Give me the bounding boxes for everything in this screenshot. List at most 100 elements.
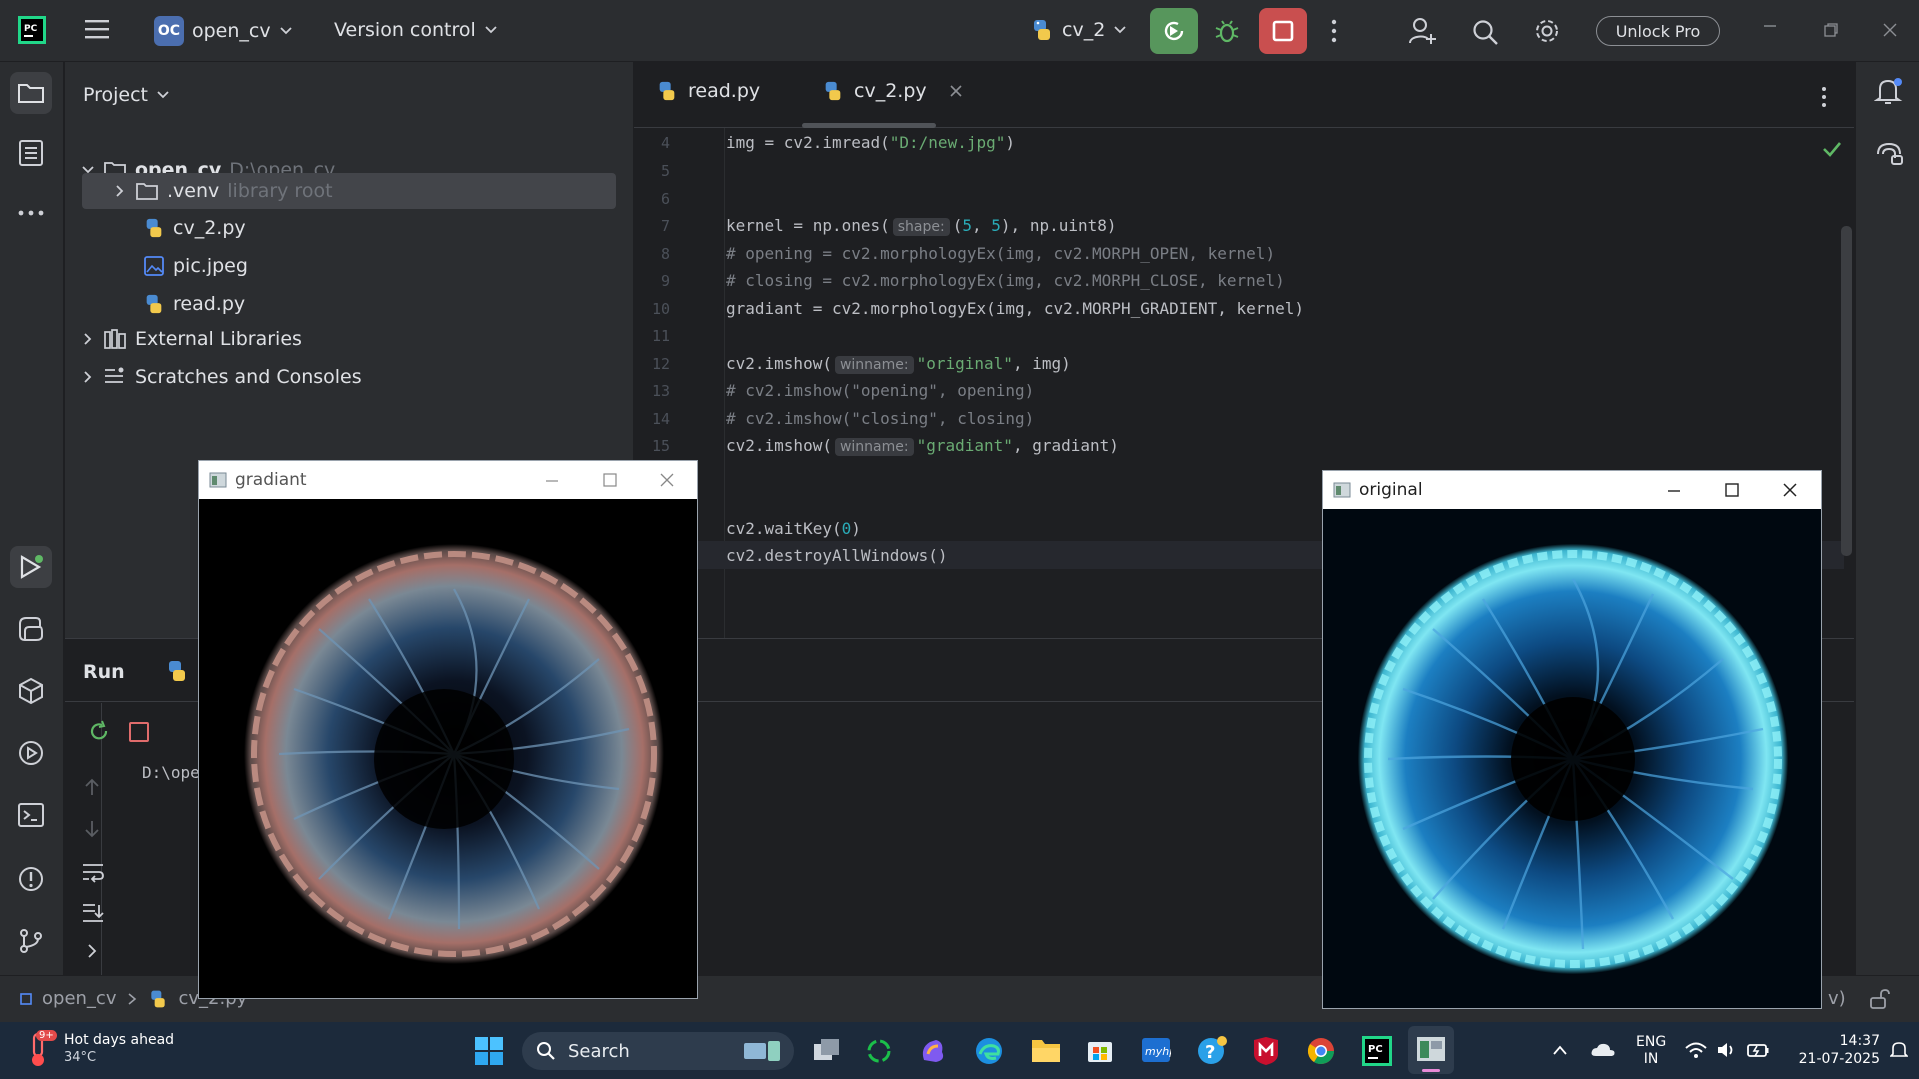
onedrive-icon[interactable] (1590, 1042, 1616, 1058)
tab-read-py[interactable]: read.py (656, 80, 760, 102)
volume-icon[interactable] (1716, 1040, 1738, 1060)
maximize-icon[interactable] (602, 472, 618, 488)
tab-options-button[interactable] (1820, 86, 1828, 108)
project-panel-header[interactable]: Project (83, 77, 170, 113)
code-comment[interactable]: # closing = cv2.morphologyEx(img, cv2.MO… (726, 269, 1285, 293)
search-button[interactable] (1471, 18, 1499, 46)
weather-widget[interactable]: 9+ Hot days ahead 34°C (22, 1030, 174, 1068)
show-hidden-icons-button[interactable] (1552, 1044, 1568, 1056)
original-window-titlebar[interactable]: original (1323, 471, 1821, 509)
expand-toolbar-button[interactable] (85, 943, 99, 959)
close-tab-icon[interactable] (949, 84, 963, 98)
myhp-icon[interactable]: myhp (1141, 1036, 1171, 1064)
git-button[interactable] (10, 920, 52, 962)
code-token: , (972, 216, 992, 235)
maximize-icon[interactable] (1724, 482, 1740, 498)
help-icon[interactable]: ? (1196, 1034, 1228, 1066)
task-view-icon[interactable] (812, 1036, 842, 1064)
close-icon[interactable] (659, 472, 675, 488)
file-explorer-icon[interactable] (1030, 1036, 1062, 1064)
opencv-window-icon (1417, 1037, 1445, 1061)
problems-button[interactable] (10, 858, 52, 900)
clock[interactable]: 14:37 21-07-2025 (1784, 1032, 1880, 1068)
minimize-icon[interactable] (544, 475, 560, 487)
minimize-icon[interactable] (1666, 485, 1682, 497)
original-window[interactable]: original (1322, 470, 1822, 1009)
soft-wrap-button[interactable] (81, 861, 105, 883)
edge-icon[interactable] (974, 1036, 1004, 1066)
close-button[interactable] (1882, 22, 1898, 38)
breadcrumb-project[interactable]: open_cv (42, 988, 116, 1009)
tree-item-file[interactable]: read.py (143, 286, 245, 322)
gradiant-window-titlebar[interactable]: gradiant (199, 461, 697, 499)
tab-cv-2-py[interactable]: cv_2.py (822, 80, 963, 102)
run-config-selector[interactable]: cv_2 (1030, 18, 1127, 42)
code-line[interactable]: img = cv2.imread("D:/new.jpg") (726, 131, 1015, 155)
code-comment[interactable]: # opening = cv2.morphologyEx(img, cv2.MO… (726, 242, 1275, 266)
start-button[interactable] (474, 1036, 504, 1066)
tree-item-file[interactable]: pic.jpeg (143, 248, 248, 284)
minimize-button[interactable] (1762, 18, 1778, 34)
pycharm-taskbar-icon[interactable]: PC (1362, 1036, 1392, 1066)
project-tool-button[interactable] (10, 72, 52, 114)
editor-scrollbar[interactable] (1841, 226, 1852, 556)
python-console-button[interactable] (10, 608, 52, 650)
rerun-button[interactable] (87, 719, 111, 743)
unlock-pro-button[interactable]: Unlock Pro (1596, 16, 1720, 46)
code-line[interactable]: cv2.imshow(winname: "gradiant", gradiant) (726, 434, 1119, 458)
code-comment[interactable]: # cv2.imshow("closing", closing) (726, 407, 1034, 431)
structure-tool-button[interactable] (10, 132, 52, 174)
code-with-me-button[interactable] (1408, 16, 1438, 46)
scroll-down-button[interactable] (83, 819, 101, 839)
project-switcher[interactable]: OC open_cv (154, 16, 293, 46)
rerun-button[interactable] (1150, 8, 1198, 54)
python-packages-button[interactable] (10, 670, 52, 712)
code-line[interactable]: kernel = np.ones(shape: (5, 5), np.uint8) (726, 214, 1117, 238)
battery-icon[interactable] (1746, 1040, 1770, 1060)
version-control-menu[interactable]: Version control (334, 19, 498, 41)
tree-item-venv[interactable]: .venv library root (113, 173, 333, 209)
opencv-taskbar-button[interactable] (1408, 1026, 1454, 1074)
taskbar-search[interactable]: Search (522, 1032, 794, 1070)
run-panel-title: Run (83, 661, 125, 683)
tree-item-scratches[interactable]: Scratches and Consoles (81, 359, 362, 395)
stop-icon[interactable] (129, 722, 149, 742)
tree-item-file[interactable]: cv_2.py (143, 210, 246, 246)
code-line[interactable]: cv2.destroyAllWindows() (726, 544, 948, 568)
status-fragment[interactable]: v) (1828, 988, 1846, 1009)
gradiant-window[interactable]: gradiant (198, 460, 698, 999)
wifi-icon[interactable] (1684, 1040, 1708, 1060)
console-output[interactable]: D:\ope (142, 763, 200, 782)
line-number: 11 (651, 327, 670, 345)
more-actions-button[interactable] (1330, 18, 1338, 44)
widgets-icon[interactable] (866, 1038, 892, 1064)
debug-button[interactable] (1214, 18, 1240, 44)
main-menu-icon[interactable] (84, 16, 110, 42)
close-icon[interactable] (1782, 482, 1798, 498)
code-line[interactable]: gradiant = cv2.morphologyEx(img, cv2.MOR… (726, 297, 1304, 321)
code-line[interactable]: cv2.imshow(winname: "original", img) (726, 352, 1071, 376)
scroll-to-end-button[interactable] (81, 901, 105, 923)
more-tools-button[interactable] (10, 192, 52, 234)
string-token: "original" (916, 354, 1013, 373)
settings-button[interactable] (1533, 17, 1561, 45)
services-button[interactable] (10, 732, 52, 774)
notification-center-button[interactable] (1890, 1040, 1908, 1060)
language-indicator[interactable]: ENG IN (1636, 1034, 1666, 1068)
scroll-up-button[interactable] (83, 777, 101, 797)
chrome-icon[interactable] (1306, 1036, 1336, 1066)
notifications-button[interactable] (1874, 76, 1904, 106)
copilot-icon[interactable] (918, 1036, 948, 1066)
terminal-button[interactable] (10, 794, 52, 836)
mcafee-icon[interactable] (1252, 1036, 1280, 1066)
ai-assistant-button[interactable] (1874, 140, 1904, 168)
tree-item-external-libraries[interactable]: External Libraries (81, 321, 302, 357)
run-tab[interactable] (165, 659, 189, 683)
read-only-toggle[interactable] (1869, 988, 1891, 1010)
restore-button[interactable] (1823, 22, 1839, 38)
code-line[interactable]: cv2.waitKey(0) (726, 517, 861, 541)
store-icon[interactable] (1086, 1036, 1114, 1064)
code-comment[interactable]: # cv2.imshow("opening", opening) (726, 379, 1034, 403)
run-tool-button[interactable] (10, 546, 52, 588)
stop-button[interactable] (1259, 8, 1307, 54)
